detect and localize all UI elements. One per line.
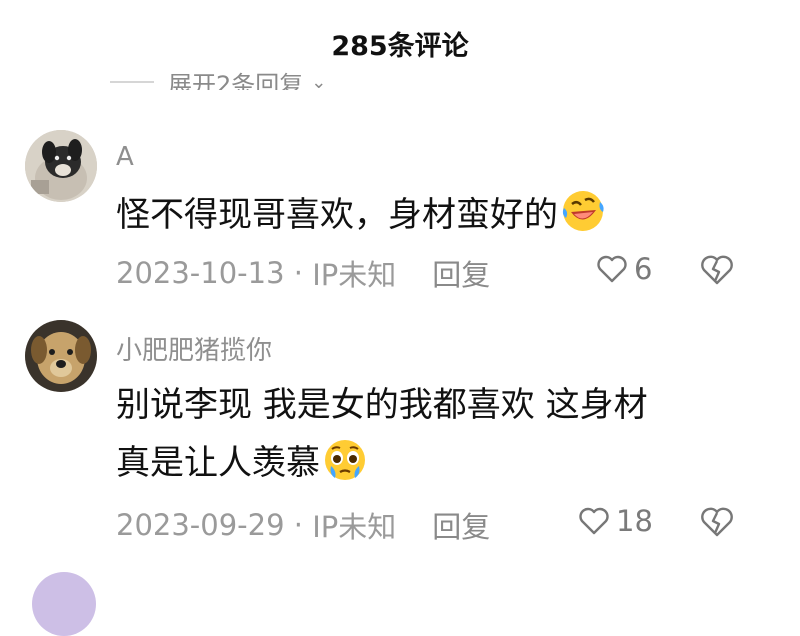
comment-text-line-wrap: 真是让人羡慕	[116, 434, 756, 492]
expand-replies-clip: 展开2条回复 ⌄	[100, 58, 400, 90]
like-count: 6	[634, 252, 653, 286]
comment-username[interactable]: A	[116, 142, 134, 172]
comment-ip-location: IP未知	[312, 510, 397, 544]
pleading-tears-emoji-icon	[325, 440, 365, 480]
avatar[interactable]	[25, 320, 97, 392]
like-count: 18	[616, 504, 653, 538]
comment-text-line: 真是让人羡慕	[116, 443, 320, 483]
comment-date: 2023-09-29	[116, 508, 285, 542]
chevron-down-icon: ⌄	[311, 71, 327, 91]
laughing-crying-emoji-icon	[562, 191, 604, 231]
comment-meta: 2023-09-29 · IP未知 回复	[116, 504, 490, 546]
comment-text-line: 怪不得现哥喜欢，身材蛮好的	[116, 195, 558, 235]
divider-line	[110, 81, 154, 83]
like-button[interactable]: 18	[578, 504, 653, 538]
expand-replies-label: 展开2条回复	[168, 70, 304, 91]
dog-avatar-icon	[25, 320, 97, 392]
broken-heart-icon[interactable]	[700, 506, 734, 538]
comment-text: 别说李现 我是女的我都喜欢 这身材 真是让人羡慕	[116, 376, 756, 492]
heart-outline-icon	[579, 507, 609, 535]
reply-button[interactable]: 回复	[432, 252, 490, 294]
comment-ip-location: IP未知	[312, 258, 397, 292]
comment-username[interactable]: 小肥肥猪揽你	[116, 330, 272, 367]
comment-date: 2023-10-13	[116, 256, 285, 290]
comment-meta: 2023-10-13 · IP未知 回复	[116, 252, 490, 294]
comment-text-line: 别说李现 我是女的我都喜欢 这身材	[116, 385, 648, 425]
comment-text: 怪不得现哥喜欢，身材蛮好的	[116, 186, 756, 244]
broken-heart-icon[interactable]	[700, 254, 734, 286]
expand-replies-button[interactable]: 展开2条回复 ⌄	[110, 68, 326, 90]
like-button[interactable]: 6	[596, 252, 652, 286]
heart-outline-icon	[597, 255, 627, 283]
meta-separator: ·	[284, 256, 313, 290]
dog-avatar-icon	[25, 130, 97, 202]
reply-button[interactable]: 回复	[432, 504, 490, 546]
meta-separator: ·	[284, 508, 313, 542]
avatar[interactable]	[25, 130, 97, 202]
avatar[interactable]	[32, 572, 96, 636]
